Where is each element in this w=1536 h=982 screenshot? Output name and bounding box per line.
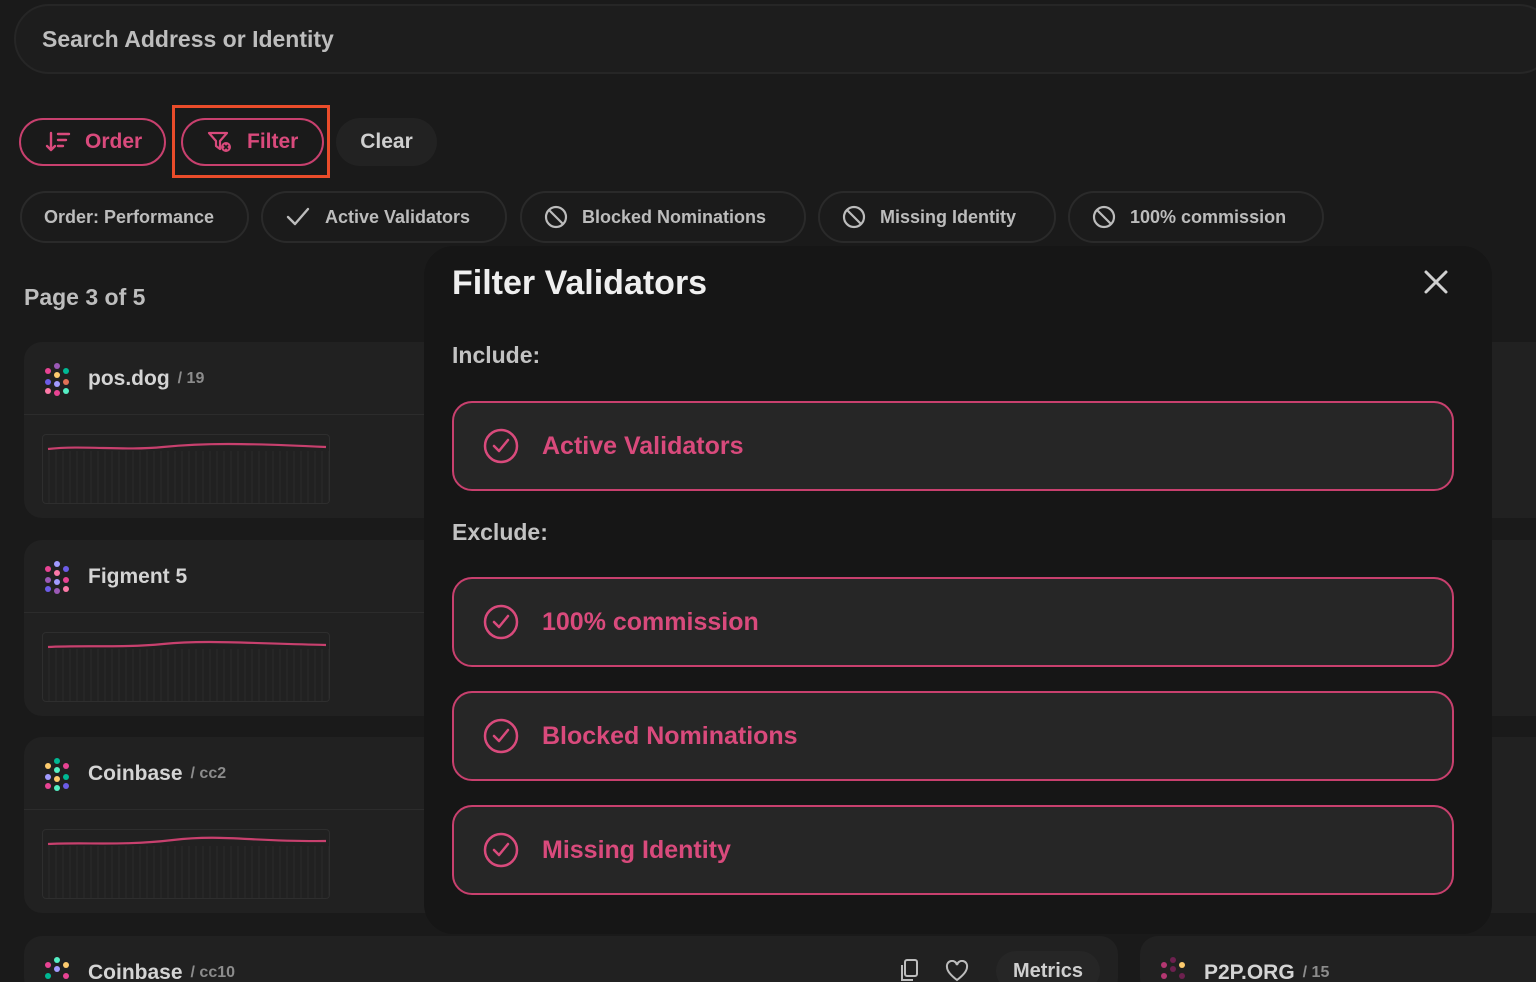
performance-sparkline	[42, 632, 330, 702]
filter-icon	[207, 131, 231, 152]
option-label: 100% commission	[542, 607, 759, 636]
identicon-icon	[45, 758, 69, 791]
identicon-icon	[45, 561, 69, 594]
chip-missing-identity[interactable]: Missing Identity	[818, 191, 1056, 243]
divider	[24, 809, 444, 810]
modal-title: Filter Validators	[452, 264, 708, 302]
validator-name: Figment 5	[88, 565, 188, 588]
metrics-label: Metrics	[1012, 959, 1084, 982]
close-icon[interactable]	[1420, 266, 1452, 298]
block-icon	[544, 205, 568, 229]
copy-icon[interactable]	[898, 958, 920, 982]
order-button[interactable]: Order	[19, 118, 166, 166]
validator-card[interactable]: Figment 5	[24, 540, 444, 716]
identicon-icon	[1161, 957, 1185, 979]
block-icon	[842, 205, 866, 229]
validator-sub: / 19	[177, 370, 205, 387]
chip-label: Active Validators	[325, 206, 471, 227]
validator-card[interactable]: pos.dog / 19	[24, 342, 444, 518]
filter-label: Filter	[247, 130, 299, 153]
clear-label: Clear	[360, 130, 413, 153]
search-input[interactable]: Search Address or Identity	[14, 4, 1536, 74]
filter-button[interactable]: Filter	[181, 118, 324, 166]
option-active-validators[interactable]: Active Validators	[452, 401, 1454, 491]
option-blocked-nominations[interactable]: Blocked Nominations	[452, 691, 1454, 781]
validator-card[interactable]: P2P.ORG / 15	[1140, 936, 1536, 982]
check-circle-icon	[483, 718, 519, 754]
block-icon	[1092, 205, 1116, 229]
chip-100-commission[interactable]: 100% commission	[1068, 191, 1324, 243]
divider	[24, 414, 444, 415]
heart-icon[interactable]	[945, 960, 969, 982]
chip-label: Blocked Nominations	[582, 206, 767, 227]
validator-name: Coinbase	[88, 961, 183, 982]
validator-name: Coinbase	[88, 762, 183, 785]
validator-sub: / 15	[1302, 964, 1330, 981]
sort-icon	[45, 131, 71, 152]
validator-sub: / cc2	[190, 765, 227, 782]
page-indicator: Page 3 of 5	[24, 284, 146, 310]
identicon-icon	[45, 957, 69, 979]
option-label: Blocked Nominations	[542, 721, 798, 750]
check-circle-icon	[483, 428, 519, 464]
check-circle-icon	[483, 604, 519, 640]
validator-name: pos.dog	[88, 367, 170, 390]
validator-card[interactable]: Coinbase / cc10	[24, 936, 1118, 982]
metrics-button[interactable]: Metrics	[996, 951, 1100, 982]
order-label: Order	[85, 130, 143, 153]
divider	[24, 612, 444, 613]
chip-label: Order: Performance	[44, 206, 215, 227]
validator-card[interactable]: Coinbase / cc2	[24, 737, 444, 913]
check-circle-icon	[483, 832, 519, 868]
option-100-commission[interactable]: 100% commission	[452, 577, 1454, 667]
chip-order-performance[interactable]: Order: Performance	[20, 191, 249, 243]
search-placeholder: Search Address or Identity	[42, 25, 334, 52]
include-label: Include:	[452, 342, 541, 368]
chip-active-validators[interactable]: Active Validators	[261, 191, 507, 243]
chip-label: Missing Identity	[880, 206, 1017, 227]
validator-sub: / cc10	[190, 964, 236, 981]
clear-button[interactable]: Clear	[336, 118, 437, 166]
identicon-icon	[45, 363, 69, 396]
chip-blocked-nominations[interactable]: Blocked Nominations	[520, 191, 806, 243]
option-label: Active Validators	[542, 431, 744, 460]
option-missing-identity[interactable]: Missing Identity	[452, 805, 1454, 895]
validator-name: P2P.ORG	[1204, 961, 1295, 982]
check-icon	[286, 207, 310, 226]
exclude-label: Exclude:	[452, 519, 548, 545]
performance-sparkline	[42, 434, 330, 504]
option-label: Missing Identity	[542, 835, 731, 864]
performance-sparkline	[42, 829, 330, 899]
filter-modal: Filter Validators Include: Active Valida…	[424, 246, 1492, 934]
chip-label: 100% commission	[1130, 206, 1287, 227]
